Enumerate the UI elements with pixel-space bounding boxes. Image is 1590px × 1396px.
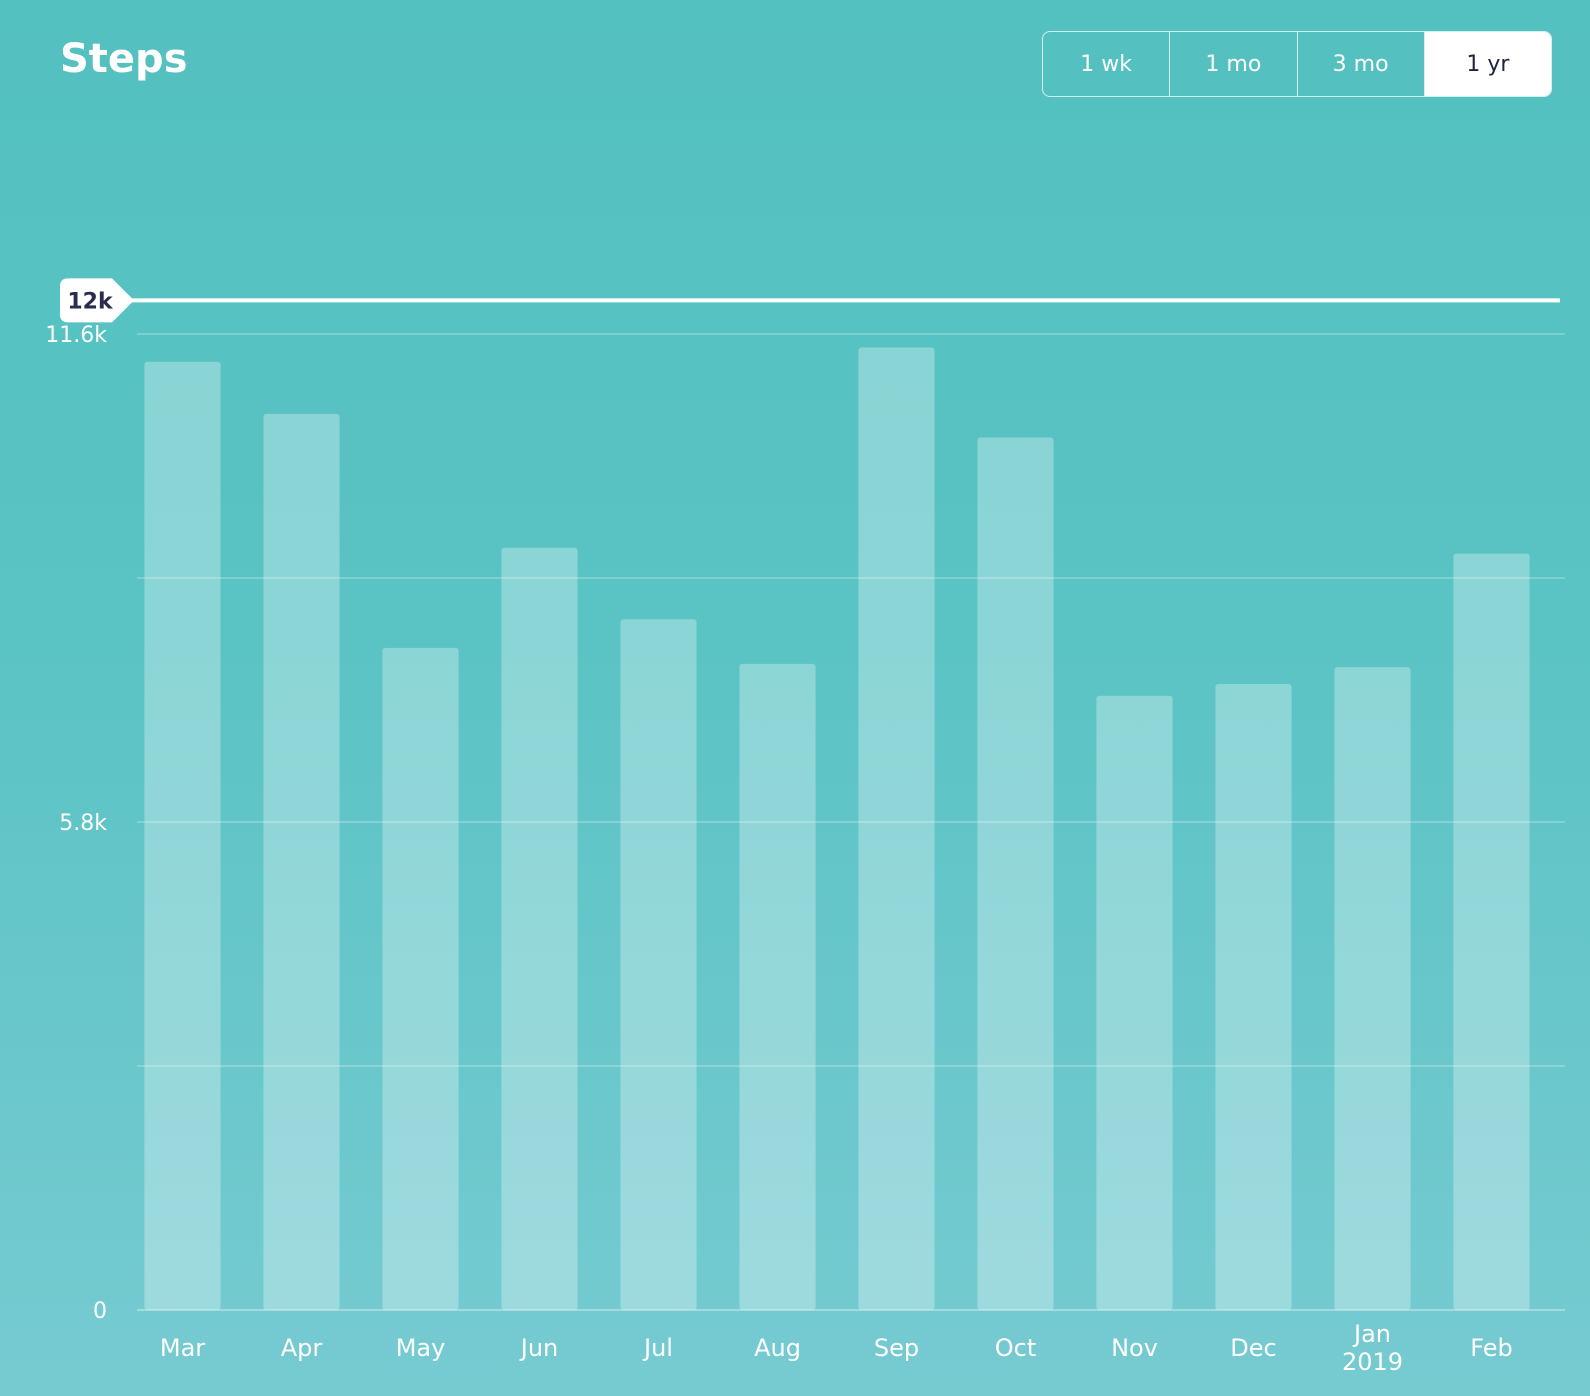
y-tick-label: 0: [93, 1299, 107, 1324]
y-tick-label: 5.8k: [59, 811, 107, 836]
bar-mar: [144, 361, 221, 1310]
x-tick-label: Sep: [874, 1334, 919, 1362]
bar-dec: [1215, 684, 1292, 1310]
x-tick-label: Apr: [281, 1334, 323, 1362]
x-tick-label: Mar: [160, 1334, 205, 1362]
bar-aug: [739, 663, 816, 1310]
x-tick-label: Jun: [519, 1334, 559, 1362]
bar-sep: [858, 347, 935, 1311]
x-tick-label: Jan: [1352, 1320, 1391, 1348]
x-tick-label: May: [396, 1334, 446, 1362]
bar-apr: [263, 413, 340, 1310]
goal-label: 12k: [67, 289, 114, 314]
y-tick-label: 11.6k: [45, 323, 107, 348]
x-tick-label: Jul: [642, 1334, 673, 1362]
bar-oct: [977, 437, 1054, 1311]
x-tick-label: Nov: [1111, 1334, 1158, 1362]
bar-jan: [1334, 667, 1411, 1310]
bar-jul: [620, 619, 697, 1310]
steps-bar-chart: 0 5.8k 11.6k Mar Apr May Jun Jul Aug Sep Oct Nov Dec…: [45, 278, 1565, 1376]
x-tick-label: Feb: [1470, 1334, 1513, 1362]
bar-jun: [501, 547, 578, 1310]
x-tick-label: Aug: [754, 1334, 801, 1362]
x-tick-label: Dec: [1230, 1334, 1276, 1362]
bar-nov: [1096, 695, 1173, 1310]
bar-feb: [1453, 553, 1530, 1310]
x-tick-sublabel: 2019: [1342, 1348, 1403, 1376]
bar-may: [382, 647, 459, 1310]
x-tick-label: Oct: [995, 1334, 1037, 1362]
